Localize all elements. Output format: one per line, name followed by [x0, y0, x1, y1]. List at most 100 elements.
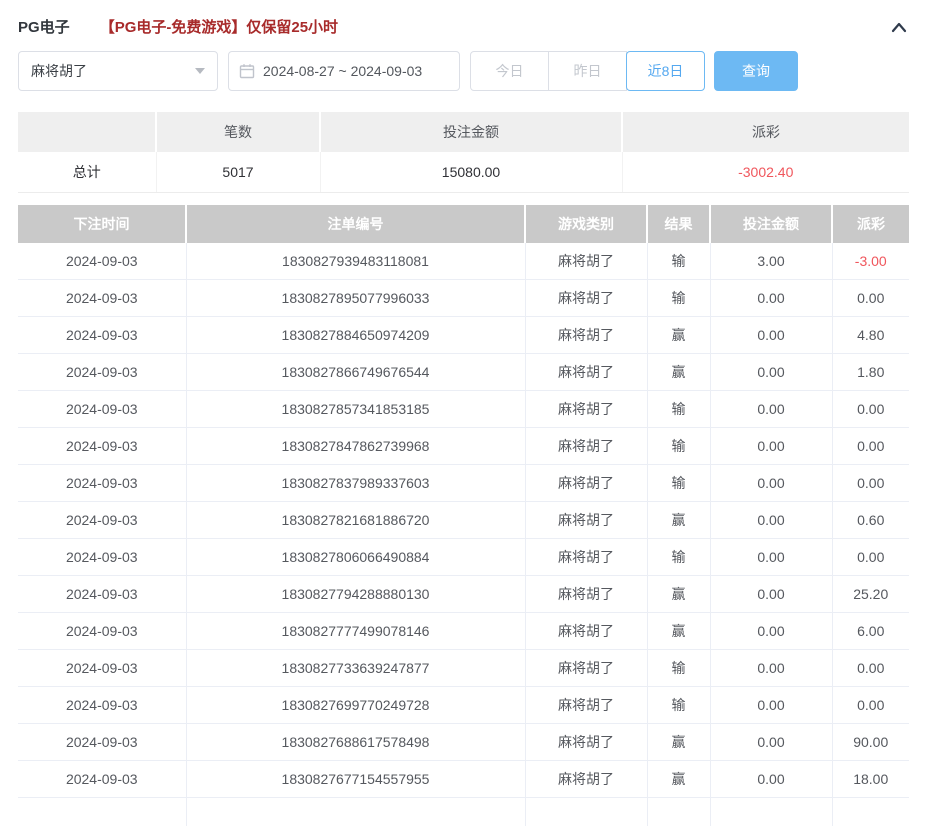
cell-bet-id: 1830827777499078146: [185, 612, 525, 650]
cell-payout: 0.00: [831, 390, 909, 428]
cell-payout: 6.00: [831, 612, 909, 650]
cell-bet-id: 1830827699770249728: [185, 686, 525, 724]
yesterday-button[interactable]: 昨日: [548, 51, 627, 91]
cell-bet-amount: 0.00: [709, 723, 832, 761]
cell-bet-id: 1830827677154557955: [185, 760, 525, 798]
cell-bet-time: [18, 797, 186, 826]
summary-header-payout: 派彩: [621, 112, 909, 152]
search-button[interactable]: 查询: [714, 51, 798, 91]
cell-result: 输: [646, 464, 710, 502]
cell-game-type: 麻将胡了: [524, 279, 647, 317]
cell-bet-id: 1830827733639247877: [185, 649, 525, 687]
cell-payout: 0.60: [831, 501, 909, 539]
cell-game-type: 麻将胡了: [524, 723, 647, 761]
records-header-result: 结果: [646, 204, 710, 243]
cell-bet-time: 2024-09-03: [18, 649, 186, 687]
table-row: 2024-09-03 1830827884650974209 麻将胡了 赢 0.…: [18, 316, 909, 354]
cell-result: 赢: [646, 575, 710, 613]
summary-total-row: 总计 5017 15080.00 -3002.40: [18, 152, 909, 193]
cell-bet-time: 2024-09-03: [18, 612, 186, 650]
panel-header: PG电子 【PG电子-免费游戏】仅保留25小时: [18, 0, 909, 40]
cell-game-type: 麻将胡了: [524, 612, 647, 650]
game-select[interactable]: 麻将胡了: [18, 51, 218, 91]
cell-game-type: 麻将胡了: [524, 760, 647, 798]
cell-result: 赢: [646, 612, 710, 650]
cell-bet-time: 2024-09-03: [18, 501, 186, 539]
cell-game-type: 麻将胡了: [524, 686, 647, 724]
cell-bet-id: [185, 797, 525, 826]
cell-result: 输: [646, 279, 710, 317]
date-range-picker[interactable]: 2024-08-27 ~ 2024-09-03: [228, 51, 460, 91]
cell-bet-time: 2024-09-03: [18, 427, 186, 465]
cell-result: 输: [646, 649, 710, 687]
cell-payout: 1.80: [831, 353, 909, 391]
cell-game-type: 麻将胡了: [524, 242, 647, 280]
cell-bet-amount: 0.00: [709, 575, 832, 613]
cell-bet-id: 1830827895077996033: [185, 279, 525, 317]
cell-result: 输: [646, 427, 710, 465]
cell-bet-time: 2024-09-03: [18, 242, 186, 280]
cell-game-type: 麻将胡了: [524, 538, 647, 576]
summary-bet-amount-value: 15080.00: [319, 152, 622, 193]
cell-payout: 90.00: [831, 723, 909, 761]
cell-result: 输: [646, 390, 710, 428]
filter-toolbar: 麻将胡了 2024-08-27 ~ 2024-09-03 今日 昨日 近8日 查…: [18, 51, 909, 91]
cell-bet-id: 1830827884650974209: [185, 316, 525, 354]
cell-bet-time: 2024-09-03: [18, 464, 186, 502]
cell-game-type: 麻将胡了: [524, 575, 647, 613]
records-header-bet-id: 注单编号: [185, 204, 525, 243]
cell-bet-amount: [709, 797, 832, 826]
table-row: 2024-09-03 1830827777499078146 麻将胡了 赢 0.…: [18, 612, 909, 650]
cell-result: 输: [646, 686, 710, 724]
cell-payout: [831, 797, 909, 826]
cell-bet-time: 2024-09-03: [18, 390, 186, 428]
table-row: 2024-09-03 1830827857341853185 麻将胡了 输 0.…: [18, 390, 909, 428]
cell-bet-amount: 0.00: [709, 612, 832, 650]
cell-result: 输: [646, 242, 710, 280]
table-row: 2024-09-03 1830827821681886720 麻将胡了 赢 0.…: [18, 501, 909, 539]
cell-bet-time: 2024-09-03: [18, 760, 186, 798]
table-row: 2024-09-03 1830827847862739968 麻将胡了 输 0.…: [18, 427, 909, 465]
cell-bet-time: 2024-09-03: [18, 316, 186, 354]
last-8-days-button[interactable]: 近8日: [626, 51, 705, 91]
table-row: 2024-09-03 1830827939483118081 麻将胡了 输 3.…: [18, 242, 909, 280]
cell-bet-amount: 3.00: [709, 242, 832, 280]
cell-bet-id: 1830827939483118081: [185, 242, 525, 280]
records-header-bet-time: 下注时间: [18, 204, 186, 243]
records-header-row: 下注时间 注单编号 游戏类别 结果 投注金额 派彩: [18, 204, 909, 243]
cell-payout: 18.00: [831, 760, 909, 798]
cell-payout: 0.00: [831, 649, 909, 687]
today-button[interactable]: 今日: [470, 51, 549, 91]
table-row: [18, 797, 909, 826]
cell-bet-id: 1830827866749676544: [185, 353, 525, 391]
cell-bet-id: 1830827688617578498: [185, 723, 525, 761]
cell-result: 赢: [646, 723, 710, 761]
game-select-value: 麻将胡了: [31, 63, 87, 79]
cell-game-type: 麻将胡了: [524, 501, 647, 539]
collapse-button[interactable]: [889, 20, 909, 34]
cell-game-type: 麻将胡了: [524, 390, 647, 428]
table-row: 2024-09-03 1830827866749676544 麻将胡了 赢 0.…: [18, 353, 909, 391]
table-row: 2024-09-03 1830827837989337603 麻将胡了 输 0.…: [18, 464, 909, 502]
retention-notice: 【PG电子-免费游戏】仅保留25小时: [99, 19, 339, 36]
records-header-game-type: 游戏类别: [524, 204, 647, 243]
cell-payout: 0.00: [831, 686, 909, 724]
cell-game-type: [524, 797, 647, 826]
table-row: 2024-09-03 1830827699770249728 麻将胡了 输 0.…: [18, 686, 909, 724]
records-header-bet-amount: 投注金额: [709, 204, 832, 243]
cell-bet-id: 1830827837989337603: [185, 464, 525, 502]
cell-bet-id: 1830827847862739968: [185, 427, 525, 465]
cell-bet-amount: 0.00: [709, 390, 832, 428]
cell-result: 赢: [646, 316, 710, 354]
cell-payout: 0.00: [831, 279, 909, 317]
cell-bet-time: 2024-09-03: [18, 575, 186, 613]
page-title: PG电子: [18, 19, 70, 36]
cell-bet-amount: 0.00: [709, 501, 832, 539]
caret-down-icon: [195, 68, 205, 74]
cell-result: 赢: [646, 760, 710, 798]
summary-header-row: 笔数 投注金额 派彩: [18, 112, 909, 152]
cell-payout: 4.80: [831, 316, 909, 354]
table-row: 2024-09-03 1830827677154557955 麻将胡了 赢 0.…: [18, 760, 909, 798]
cell-bet-amount: 0.00: [709, 760, 832, 798]
table-row: 2024-09-03 1830827733639247877 麻将胡了 输 0.…: [18, 649, 909, 687]
